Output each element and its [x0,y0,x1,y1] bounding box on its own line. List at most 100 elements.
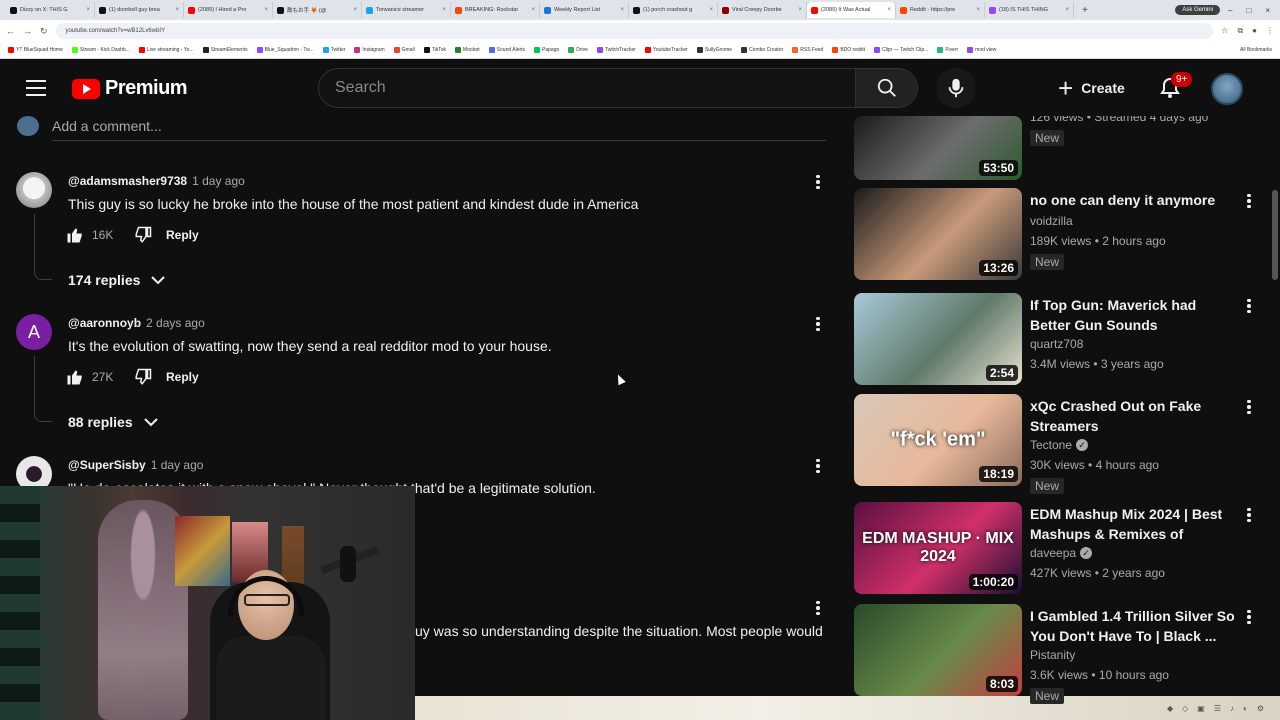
browser-tab[interactable]: (2089) It Was Actual × [807,2,896,18]
search-input[interactable]: Search [318,68,856,108]
video-thumbnail[interactable]: 8:03 [854,604,1022,696]
bookmark-item[interactable]: Sound Alerts [488,47,525,53]
close-tab-icon[interactable]: × [709,7,713,13]
browser-tab[interactable]: BREAKING: Rockstar × [451,2,540,18]
bookmark-item[interactable]: Fiverr [937,47,958,53]
related-video-item[interactable]: EDM MASHUP · MIX 2024 1:00:20 EDM Mashup M… [854,502,1264,596]
comment-author[interactable]: @adamsmasher9738 [68,174,187,188]
bookmark-star-icon[interactable]: ☆ [1221,26,1228,36]
dislike-icon[interactable] [134,368,152,386]
back-icon[interactable]: ← [6,26,15,36]
bookmark-item[interactable]: Twitter [322,47,345,53]
youtube-premium-logo[interactable]: Premium [72,77,188,100]
hamburger-menu-icon[interactable] [26,80,46,96]
reply-button[interactable]: Reply [166,370,199,384]
browser-tab[interactable]: Weekly Report List × [540,2,629,18]
close-tab-icon[interactable]: × [175,7,179,13]
comment-more-icon[interactable] [812,598,824,618]
bookmark-item[interactable]: Clipr — Twitch Clip... [874,47,928,53]
address-bar[interactable]: youtube.com/watch?v=wB12Lv6wbIY [55,23,1214,39]
bookmark-item[interactable]: Papago [534,47,559,53]
close-tab-icon[interactable]: × [531,7,535,13]
close-tab-icon[interactable]: × [887,7,891,13]
close-tab-icon[interactable]: × [86,7,90,13]
view-replies-button[interactable]: 88 replies [68,414,159,430]
commenter-avatar[interactable] [16,172,52,208]
close-tab-icon[interactable]: × [442,7,446,13]
close-tab-icon[interactable]: × [353,7,357,13]
browser-tab[interactable]: Reddit - https://pre × [896,2,985,18]
video-more-icon[interactable] [1246,297,1252,315]
close-tab-icon[interactable]: × [976,7,980,13]
create-button[interactable]: + Create [1044,68,1139,108]
video-channel[interactable]: voidzilla [1030,214,1073,228]
bookmark-item[interactable]: mod view [967,47,996,53]
video-title[interactable]: no one can deny it anymore [1030,190,1236,210]
scrollbar-thumb[interactable] [1272,190,1278,280]
video-thumbnail[interactable]: 13:26 [854,188,1022,280]
all-bookmarks-button[interactable]: All Bookmarks [1240,47,1272,53]
minimize-icon[interactable]: – [1228,6,1232,15]
video-channel[interactable]: daveepa ✓ [1030,546,1093,560]
bookmark-item[interactable]: BDO reddit [832,47,865,53]
reload-icon[interactable]: ↻ [40,26,48,37]
bookmark-item[interactable]: TwitchTracker [596,47,636,53]
bookmark-item[interactable]: Instagram [354,47,385,53]
comment-author[interactable]: @SuperSisby [68,458,146,472]
comment-more-icon[interactable] [812,314,824,334]
ask-gemini-button[interactable]: Ask Gemini [1175,5,1221,15]
bookmark-item[interactable]: Drive [568,47,588,53]
comment-more-icon[interactable] [812,172,824,192]
video-title[interactable]: xQc Crashed Out on Fake Streamers [1030,396,1236,436]
video-channel[interactable]: Tectone ✓ [1030,438,1089,452]
bookmark-item[interactable]: SullyGnome [696,47,732,53]
video-thumbnail[interactable]: "f*ck 'em" 18:19 [854,394,1022,486]
related-video-item[interactable]: 2:54 If Top Gun: Maverick had Better Gun … [854,293,1264,387]
bookmark-item[interactable]: StreamElements [202,47,248,53]
search-button[interactable] [855,68,918,108]
close-window-icon[interactable]: × [1265,6,1270,15]
add-comment-input[interactable]: Add a comment... [52,118,162,134]
close-tab-icon[interactable]: × [1065,7,1069,13]
extensions-icon[interactable]: ⧉ [1237,26,1243,36]
video-title[interactable]: I Gambled 1.4 Trillion Silver So You Don… [1030,606,1236,646]
bookmark-item[interactable]: Stream - Kick Dashb... [71,47,130,53]
browser-tab[interactable]: Viral Creepy Doorbe × [718,2,807,18]
bookmark-item[interactable]: Gmail [393,47,415,53]
bookmark-item[interactable]: Moobot [454,47,480,53]
video-thumbnail[interactable]: 2:54 [854,293,1022,385]
bookmark-item[interactable]: Combo Creator [741,47,783,53]
browser-tab[interactable]: 敵もお手 🦊 (@ × [273,2,362,18]
reply-button[interactable]: Reply [166,228,199,242]
bookmark-item[interactable]: RSS Feed [792,47,823,53]
browser-tab[interactable]: (18) IS THIS THING × [985,2,1074,18]
comment-time[interactable]: 2 days ago [146,316,205,330]
video-title[interactable]: If Top Gun: Maverick had Better Gun Soun… [1030,295,1236,335]
new-tab-icon[interactable]: + [1082,5,1088,16]
like-icon[interactable] [66,368,84,386]
close-tab-icon[interactable]: × [264,7,268,13]
bookmark-item[interactable]: YoutubeTracker [644,47,688,53]
maximize-icon[interactable]: □ [1246,6,1251,15]
video-channel[interactable]: quartz708 [1030,337,1083,351]
video-title[interactable]: EDM Mashup Mix 2024 | Best Mashups & Rem… [1030,504,1236,544]
browser-tab[interactable]: (2089) I Hired a Pro × [184,2,273,18]
view-replies-button[interactable]: 174 replies [68,272,166,288]
browser-tab[interactable]: Dizzy on X: THIS G × [6,2,95,18]
video-channel[interactable]: Pistanity [1030,648,1075,662]
comment-more-icon[interactable] [812,456,824,476]
forward-icon[interactable]: → [23,26,32,36]
comment-time[interactable]: 1 day ago [192,174,245,188]
related-video-item[interactable]: 13:26 no one can deny it anymore voidzilla… [854,188,1264,282]
related-video-item[interactable]: 53:50Carter Lynne✓126 views • Streamed 4… [854,116,1264,180]
video-thumbnail[interactable]: EDM MASHUP · MIX 2024 1:00:20 [854,502,1022,594]
related-video-item[interactable]: "f*ck 'em" 18:19 xQc Crashed Out on Fake S… [854,394,1264,494]
bookmark-item[interactable]: TikTok [423,47,446,53]
like-icon[interactable] [66,226,84,244]
bookmark-item[interactable]: YT BlueSquad Home [8,47,63,53]
video-more-icon[interactable] [1246,398,1252,416]
video-more-icon[interactable] [1246,608,1252,626]
account-avatar[interactable] [1211,73,1243,105]
bookmark-item[interactable]: Live streaming - Yo... [138,47,194,53]
video-more-icon[interactable] [1246,192,1252,210]
